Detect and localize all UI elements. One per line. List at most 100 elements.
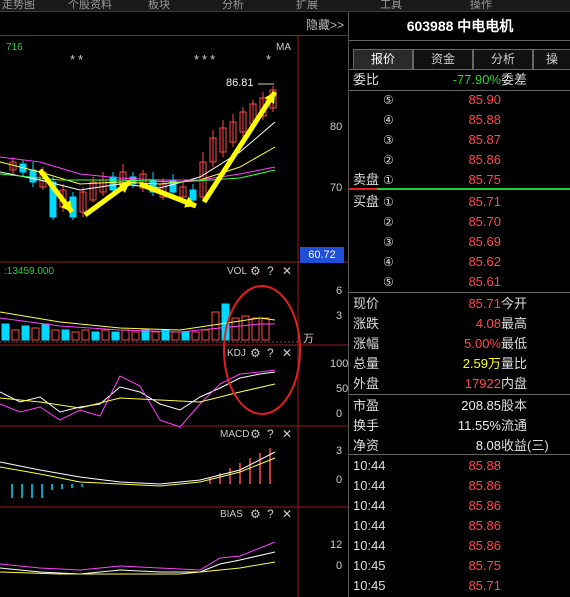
vol-tick: 6 [336,285,343,297]
vol-close-icon[interactable]: ✕ [282,264,292,278]
price-tick: 70 [330,182,343,194]
kdj-help-icon[interactable]: ? [267,346,274,360]
stat-row: 净资 8.08 收益(三) [349,436,570,456]
level-number: ① [383,195,394,209]
tick-row: 10:44 85.86 [349,496,570,516]
candle-body [109,176,117,191]
buy-price: 85.61 [468,274,501,289]
buy-level-row[interactable]: ② 85.70 [349,212,570,232]
buy-price: 85.62 [468,254,501,269]
stat-value: 208.85 [461,398,501,413]
menu-item[interactable]: 操作 [470,0,492,11]
sell-price: 85.90 [468,92,501,107]
macd-tick: 3 [336,445,343,457]
volume-bar [61,329,70,341]
menu-item[interactable]: 工具 [380,0,402,11]
level-number: ⑤ [383,93,394,107]
buy-level-row[interactable]: 买盘 ① 85.71 [349,192,570,212]
buy-level-row[interactable]: ⑤ 85.61 [349,272,570,292]
sell-level-row[interactable]: 卖盘 ① 85.75 [349,170,570,190]
level-number: ② [383,153,394,167]
volume-bar [31,327,40,341]
signal-stars-right: * [266,52,275,67]
macd-line [0,451,276,485]
level-number: ① [383,173,394,187]
vol-help-icon[interactable]: ? [267,264,274,278]
vol-ma-line [0,317,275,333]
volume-bar [51,329,60,341]
tick-price: 85.86 [468,478,501,493]
volume-bar [111,331,120,341]
kdj-settings-icon[interactable]: ⚙ [250,346,261,360]
volume-bar [191,331,200,341]
macd-close-icon[interactable]: ✕ [282,427,292,441]
bias-close-icon[interactable]: ✕ [282,507,292,521]
stat-label: 市盈 [353,398,380,413]
macd-title: MACD [220,429,250,440]
tab-operate[interactable]: 操 [533,49,570,69]
macd-help-icon[interactable]: ? [267,427,274,441]
kdj-tick: 0 [336,408,343,420]
tick-time: 10:45 [353,578,386,593]
bias-line [0,551,276,575]
volume-bar [141,329,150,341]
tick-price: 85.86 [468,538,501,553]
tick-time: 10:44 [353,518,386,533]
vol-ma-line [0,311,276,331]
kline-chart[interactable] [0,12,348,597]
volume-bar [41,323,50,341]
stat-value: 85.71 [468,296,501,311]
quote-tabs: 报价 资金 分析 操 [349,49,570,69]
vol-settings-icon[interactable]: ⚙ [250,264,261,278]
buy-label: 买盘 [353,194,380,209]
stat-label: 净资 [353,438,380,453]
menu-item[interactable]: 个股资料 [68,0,112,11]
bias-help-icon[interactable]: ? [267,507,274,521]
ma-label: MA [276,42,291,53]
kdj-tick: 100 [330,358,349,370]
sell-price: 85.87 [468,132,501,147]
buy-level-row[interactable]: ④ 85.62 [349,252,570,272]
vol-unit: 万 [303,333,314,345]
macd-settings-icon[interactable]: ⚙ [250,427,261,441]
stat-row: 市盈 208.85 股本 [349,396,570,416]
tab-analysis[interactable]: 分析 [473,49,533,69]
sell-label: 卖盘 [353,172,380,187]
sell-level-row[interactable]: ⑤ 85.90 [349,90,570,110]
sell-divider-red [349,188,377,190]
menu-item[interactable]: 走势图 [2,0,35,11]
tick-price: 85.71 [468,578,501,593]
bias-settings-icon[interactable]: ⚙ [250,507,261,521]
volume-bar [151,331,160,341]
buy-level-row[interactable]: ③ 85.69 [349,232,570,252]
vol-title: VOL [227,266,248,277]
tick-price: 85.86 [468,518,501,533]
tick-time: 10:44 [353,478,386,493]
sell-level-row[interactable]: ② 85.86 [349,150,570,170]
tab-quote[interactable]: 报价 [353,49,413,69]
bias-title: BIAS [220,509,243,520]
menu-item[interactable]: 分析 [222,0,244,11]
buy-price: 85.70 [468,214,501,229]
volume-bar [81,329,90,341]
tab-funds[interactable]: 资金 [413,49,473,69]
stat-value: 8.08 [475,438,501,453]
kdj-title: KDJ [227,348,246,359]
ma-readout: 716 [6,42,23,53]
candle-body [29,169,37,183]
chart-area[interactable]: 隐藏>> 716 MA ** *** * 86.81 80 70 60.72 :… [0,12,348,597]
volume-bar [201,329,210,341]
sell-divider-green [377,188,570,190]
menu-item[interactable]: 扩展 [296,0,318,11]
sell-level-row[interactable]: ④ 85.88 [349,110,570,130]
menu-item[interactable]: 板块 [148,0,170,11]
kdj-line [0,383,276,409]
menu-bar: 走势图 个股资料 板块 分析 扩展 工具 操作 [0,0,570,12]
level-number: ③ [383,133,394,147]
sell-level-row[interactable]: ③ 85.87 [349,130,570,150]
stat-label-2: 最高 [501,316,528,331]
tick-time: 10:44 [353,458,386,473]
tick-row: 10:44 85.88 [349,456,570,476]
kdj-close-icon[interactable]: ✕ [282,346,292,360]
stat-label: 总量 [353,356,380,371]
